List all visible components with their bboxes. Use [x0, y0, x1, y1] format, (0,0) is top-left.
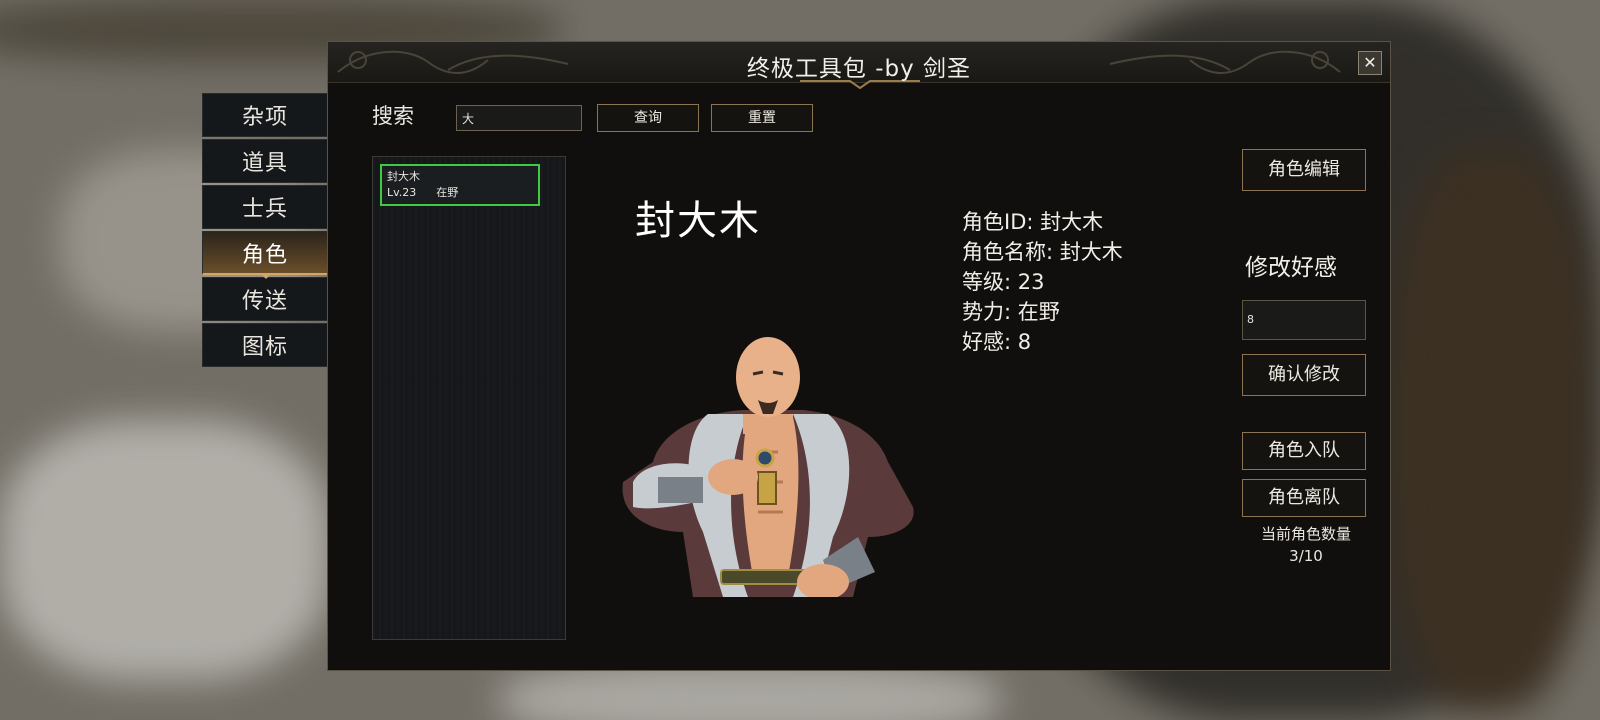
close-button[interactable]: ✕ [1358, 51, 1382, 75]
character-affinity: 好感: 8 [962, 330, 1032, 354]
list-item-name: 封大木 [387, 170, 420, 183]
nav-item-characters[interactable]: 角色 [202, 231, 328, 279]
reset-button[interactable]: 重置 [711, 104, 813, 132]
character-name-heading: 封大木 [635, 198, 761, 244]
party-count-label: 当前角色数量 [1260, 525, 1351, 543]
affinity-section-title: 修改好感 [1245, 255, 1337, 281]
character-result-list: 封大木 Lv.23 在野 [372, 156, 566, 640]
affinity-input[interactable]: 8 [1242, 300, 1366, 340]
nav-item-teleport[interactable]: 传送 [202, 277, 328, 321]
nav-item-label: 杂项 [241, 105, 288, 130]
character-faction: 势力: 在野 [962, 300, 1060, 324]
nav-item-misc[interactable]: 杂项 [202, 93, 328, 137]
list-item-meta: Lv.23 在野 [387, 185, 533, 201]
active-indicator-icon [260, 273, 272, 279]
query-button[interactable]: 查询 [597, 104, 699, 132]
character-portrait [622, 337, 914, 597]
nav-item-soldiers[interactable]: 士兵 [202, 185, 328, 229]
edit-character-button[interactable]: 角色编辑 [1242, 149, 1366, 191]
nav-item-label: 角色 [241, 242, 288, 268]
nav-item-label: 士兵 [241, 197, 288, 222]
nav-item-label: 图标 [241, 335, 288, 360]
search-label: 搜索 [372, 104, 414, 128]
character-name: 角色名称: 封大木 [962, 240, 1123, 264]
party-count: 当前角色数量 3/10 [1228, 523, 1384, 567]
nav-item-icons[interactable]: 图标 [202, 323, 328, 367]
title-bar: 终极工具包 -by 剑圣 ✕ [328, 42, 1390, 90]
join-party-button[interactable]: 角色入队 [1242, 432, 1366, 470]
nav-item-items[interactable]: 道具 [202, 139, 328, 183]
toolkit-dialog: 终极工具包 -by 剑圣 ✕ 搜索 大 查询 重置 封大木 Lv.23 在野 封大… [327, 41, 1391, 671]
nav-item-label: 传送 [241, 289, 288, 314]
category-sidebar: 杂项 道具 士兵 角色 传送 图标 [202, 93, 328, 369]
close-icon: ✕ [1363, 53, 1377, 72]
list-item-faction: 在野 [436, 186, 459, 199]
party-count-value: 3/10 [1289, 547, 1323, 565]
dialog-title: 终极工具包 -by 剑圣 [746, 56, 972, 82]
character-level: 等级: 23 [962, 270, 1045, 294]
character-id: 角色ID: 封大木 [962, 210, 1104, 234]
search-input[interactable]: 大 [456, 105, 582, 131]
list-item[interactable]: 封大木 Lv.23 在野 [380, 164, 540, 206]
nav-item-label: 道具 [241, 151, 288, 176]
leave-party-button[interactable]: 角色离队 [1242, 479, 1366, 517]
list-item-level: Lv.23 [387, 186, 417, 199]
confirm-affinity-button[interactable]: 确认修改 [1242, 354, 1366, 396]
character-info: 角色ID: 封大木 角色名称: 封大木 等级: 23 势力: 在野 好感: 8 [962, 207, 1123, 357]
